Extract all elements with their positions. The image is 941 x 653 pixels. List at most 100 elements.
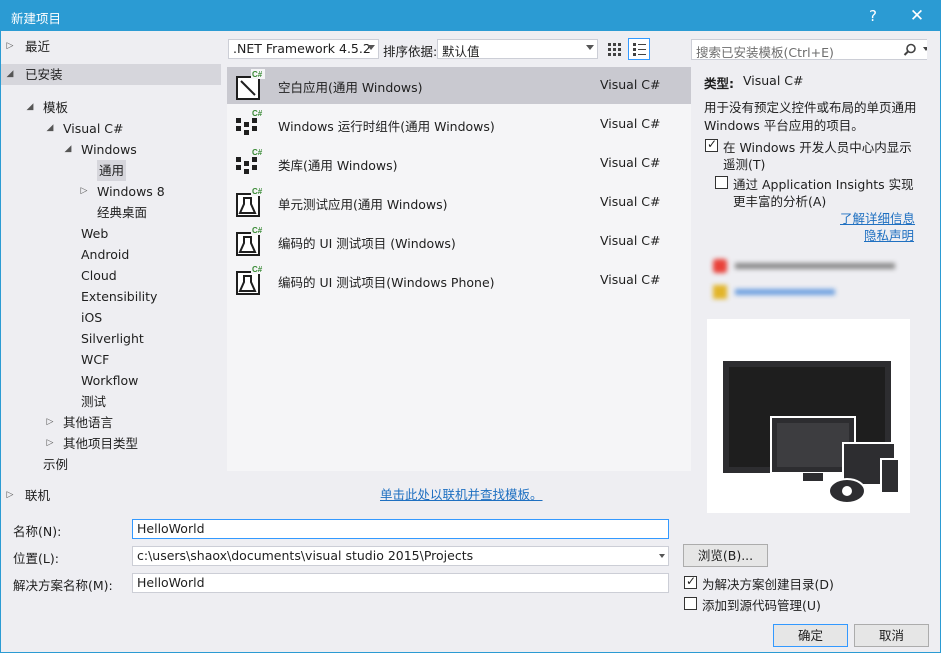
template-name: Windows 运行时组件(通用 Windows) <box>278 119 495 134</box>
framework-dropdown[interactable]: .NET Framework 4.5.2 <box>228 39 379 59</box>
details-scrollbar[interactable] <box>927 39 939 513</box>
search-placeholder: 搜索已安装模板(Ctrl+E) <box>696 45 834 60</box>
tree-item[interactable]: ◢ Windows <box>1 139 221 160</box>
ok-button[interactable]: 确定 <box>773 624 848 647</box>
tree-item[interactable]: ◢ 模板 <box>1 97 221 118</box>
chevron-down-icon[interactable] <box>659 554 665 558</box>
template-item[interactable]: C# 类库(通用 Windows) Visual C# <box>227 145 691 182</box>
tree-item[interactable]: Android <box>1 244 221 265</box>
tree-item-label: Windows 8 <box>97 184 165 199</box>
template-item[interactable]: C# 空白应用(通用 Windows) Visual C# <box>227 67 691 104</box>
svg-text:C#: C# <box>252 226 263 235</box>
tree-item[interactable]: Web <box>1 223 221 244</box>
tree-item[interactable]: ▷ 最近 <box>1 36 221 57</box>
list-view-button[interactable] <box>628 38 650 60</box>
blank-app-icon: C# <box>236 69 265 100</box>
template-item[interactable]: C# 单元测试应用(通用 Windows) Visual C# <box>227 184 691 221</box>
tree-item-label: 已安装 <box>25 67 63 82</box>
tree-item[interactable]: Cloud <box>1 265 221 286</box>
tree-item[interactable]: ▷ 其他项目类型 <box>1 433 221 454</box>
window-title: 新建项目 <box>11 11 62 26</box>
expand-arrow-icon[interactable]: ▷ <box>5 485 15 506</box>
app-insights-checkbox[interactable] <box>715 176 728 189</box>
chevron-down-icon <box>367 45 375 50</box>
template-language: Visual C# <box>600 116 661 131</box>
tree-item[interactable]: ▷ Windows 8 <box>1 181 221 202</box>
expand-arrow-icon[interactable]: ▷ <box>5 36 15 57</box>
cancel-button[interactable]: 取消 <box>854 624 929 647</box>
template-tree: ▷ 最近 ◢ 已安装 ◢ 模板 ◢ Visual C# ◢ Windows 通用 ▷ Windows 8… <box>1 31 221 513</box>
tree-item-label: Extensibility <box>81 289 158 304</box>
collapse-arrow-icon[interactable]: ◢ <box>63 139 73 160</box>
template-list: C# 空白应用(通用 Windows) Visual C# C# Windows 运行时… <box>227 67 691 471</box>
tree-item[interactable]: Workflow <box>1 370 221 391</box>
template-language: Visual C# <box>600 77 661 92</box>
template-item[interactable]: C# Windows 运行时组件(通用 Windows) Visual C# <box>227 106 691 143</box>
small-icons-view-button[interactable] <box>603 38 625 60</box>
template-item[interactable]: C# 编码的 UI 测试项目 (Windows) Visual C# <box>227 223 691 260</box>
list-icon <box>633 43 646 56</box>
sort-value: 默认值 <box>442 44 480 59</box>
tree-item-label: Workflow <box>81 373 139 388</box>
tree-item-label: 其他项目类型 <box>63 436 139 451</box>
telemetry-label-2: 遥测(T) <box>723 157 766 172</box>
tree-item[interactable]: 示例 <box>1 454 221 475</box>
solution-name-label: 解决方案名称(M): <box>13 578 113 593</box>
location-value: c:\users\shaox\documents\visual studio 2… <box>137 548 474 563</box>
tree-item-label: 模板 <box>43 100 69 115</box>
collapse-arrow-icon[interactable]: ◢ <box>25 97 35 118</box>
template-item[interactable]: C# 编码的 UI 测试项目(Windows Phone) Visual C# <box>227 262 691 299</box>
browse-button[interactable]: 浏览(B)... <box>683 544 768 567</box>
collapse-arrow-icon[interactable]: ◢ <box>45 118 55 139</box>
framework-value: .NET Framework 4.5.2 <box>233 41 371 56</box>
template-language: Visual C# <box>600 194 661 209</box>
expand-arrow-icon[interactable]: ▷ <box>45 433 55 454</box>
online-templates-link[interactable]: 单击此处以联机并查找模板。 <box>380 484 543 503</box>
tree-item[interactable]: WCF <box>1 349 221 370</box>
class-library-icon: C# <box>236 147 265 174</box>
tree-item[interactable]: 通用 <box>1 160 221 181</box>
privacy-link[interactable]: 隐私声明 <box>864 225 914 244</box>
close-button[interactable]: ✕ <box>897 1 937 31</box>
add-source-control-checkbox[interactable] <box>684 597 697 610</box>
tree-item-label: 测试 <box>81 394 107 409</box>
devices-illustration <box>723 361 900 504</box>
solution-name-input[interactable]: HelloWorld <box>132 573 669 593</box>
details-panel: 搜索已安装模板(Ctrl+E) 类型: Visual C# 用于没有预定义控件或… <box>691 31 940 513</box>
tree-item-label: Silverlight <box>81 331 144 346</box>
tree-item-label: 通用 <box>97 160 127 181</box>
search-icon <box>903 43 916 56</box>
search-input[interactable]: 搜索已安装模板(Ctrl+E) <box>691 39 934 60</box>
sort-dropdown[interactable]: 默认值 <box>437 39 598 59</box>
app-insights-label-2: 更丰富的分析(A) <box>733 194 827 209</box>
tree-item-label: 示例 <box>43 457 69 472</box>
tree-item[interactable]: ▷ 联机 <box>1 485 221 506</box>
template-name: 编码的 UI 测试项目(Windows Phone) <box>278 275 495 290</box>
create-directory-checkbox[interactable] <box>684 574 697 589</box>
template-language: Visual C# <box>600 272 661 287</box>
collapse-arrow-icon[interactable]: ◢ <box>5 64 15 85</box>
tree-item[interactable]: ◢ Visual C# <box>1 118 221 139</box>
tree-item[interactable]: 测试 <box>1 391 221 412</box>
name-label: 名称(N): <box>13 524 62 539</box>
tree-item[interactable]: ▷ 其他语言 <box>1 412 221 433</box>
tree-item[interactable]: Silverlight <box>1 328 221 349</box>
expand-arrow-icon[interactable]: ▷ <box>79 181 89 202</box>
title-bar[interactable]: 新建项目 ? ✕ <box>1 1 940 31</box>
tree-item-label: Web <box>81 226 109 241</box>
name-input[interactable]: HelloWorld <box>132 519 669 539</box>
tree-item-label: Cloud <box>81 268 117 283</box>
expand-arrow-icon[interactable]: ▷ <box>45 412 55 433</box>
tree-item-label: 联机 <box>25 488 51 503</box>
tree-item[interactable]: Extensibility <box>1 286 221 307</box>
tree-item[interactable]: ◢ 已安装 <box>1 64 221 85</box>
location-combobox[interactable]: c:\users\shaox\documents\visual studio 2… <box>132 546 669 566</box>
svg-text:C#: C# <box>252 148 263 157</box>
tree-item[interactable]: iOS <box>1 307 221 328</box>
tree-item[interactable]: 经典桌面 <box>1 202 221 223</box>
tree-item-label: 最近 <box>25 39 51 54</box>
help-button[interactable]: ? <box>853 1 893 31</box>
sort-label: 排序依据: <box>383 44 438 59</box>
telemetry-checkbox[interactable] <box>705 137 718 152</box>
grid-icon <box>608 43 621 56</box>
